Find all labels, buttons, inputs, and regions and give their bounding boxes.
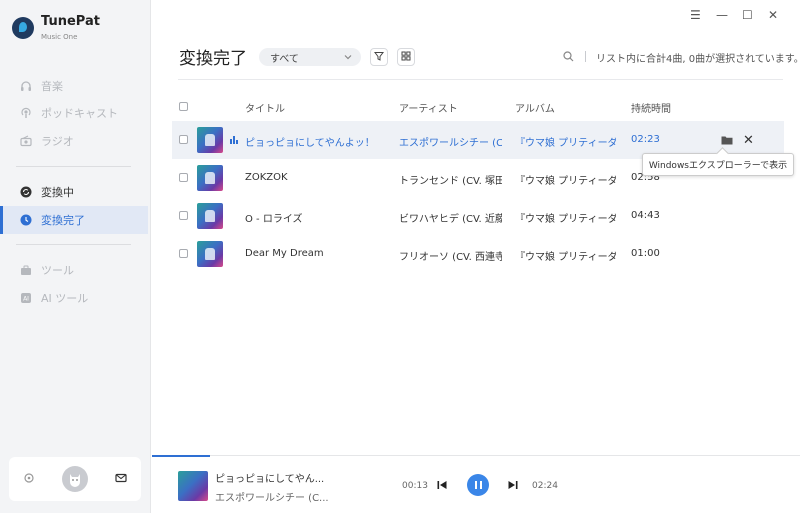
track-title: Dear My Dream [245, 248, 324, 259]
track-title: ピョっピョにしてやんよッ！ [245, 138, 375, 149]
brand: TunePat Music One [12, 14, 100, 41]
select-all-checkbox[interactable] [179, 102, 188, 111]
header-divider [585, 51, 586, 62]
page-title: 変換完了 [179, 49, 247, 69]
search-icon[interactable] [563, 51, 574, 65]
sidebar-item-label: ツール [41, 264, 74, 277]
funnel-icon [374, 51, 384, 64]
track-artist: エスポワールシチー (C... [399, 138, 502, 149]
row-checkbox[interactable] [179, 249, 188, 258]
delete-icon[interactable]: ✕ [743, 133, 754, 148]
sidebar: TunePat Music One 音楽 ポッドキャスト ラジオ 変換中 変換完… [0, 0, 151, 513]
filter-button[interactable] [370, 48, 388, 66]
album-art [197, 127, 223, 153]
pause-button[interactable] [467, 474, 489, 496]
app-logo-icon [12, 16, 34, 39]
column-title[interactable]: タイトル [245, 100, 285, 115]
sidebar-item-music[interactable]: 音楽 [0, 72, 148, 100]
podcast-icon [20, 107, 32, 119]
column-duration[interactable]: 持続時間 [631, 100, 671, 115]
track-album: 『ウマ娘 プリティーダ... [515, 214, 616, 225]
table-header: タイトル アーティスト アルバム 持続時間 [172, 96, 784, 116]
selection-status: リスト内に合計4曲, 0曲が選択されています。 [596, 54, 800, 65]
maximize-icon[interactable]: ☐ [742, 8, 753, 22]
album-art [197, 203, 223, 229]
now-playing-icon [230, 135, 238, 144]
track-artist: トランセンド (CV. 塚田... [399, 176, 502, 187]
track-artist: ビワハヤヒデ (CV. 近藤... [399, 214, 502, 225]
track-duration: 02:23 [631, 134, 660, 145]
sidebar-item-label: ポッドキャスト [41, 107, 118, 120]
app-subtitle: Music One [41, 33, 78, 41]
sidebar-item-ai-tools[interactable]: AI AI ツール [0, 284, 148, 312]
ai-icon: AI [20, 292, 32, 304]
album-art [197, 165, 223, 191]
menu-icon[interactable]: ☰ [690, 8, 701, 22]
column-album[interactable]: アルバム [515, 100, 555, 115]
mail-icon[interactable] [115, 472, 127, 487]
row-checkbox[interactable] [179, 135, 188, 144]
track-title: O - ロライズ [245, 214, 303, 225]
table-row[interactable]: O - ロライズ ビワハヤヒデ (CV. 近藤... 『ウマ娘 プリティーダ..… [172, 197, 784, 235]
track-duration: 04:43 [631, 210, 660, 221]
playback-progress[interactable] [152, 455, 210, 457]
sidebar-item-label: 変換中 [41, 186, 74, 199]
close-window-icon[interactable]: ✕ [768, 8, 778, 22]
toolbox-icon [20, 264, 32, 276]
previous-track-icon[interactable] [436, 479, 448, 494]
sidebar-item-label: 音楽 [41, 80, 63, 93]
track-album: 『ウマ娘 プリティーダ... [515, 252, 616, 263]
row-checkbox[interactable] [179, 173, 188, 182]
now-playing-artist: エスポワールシチー (C... [215, 493, 329, 504]
app-name: TunePat [41, 14, 100, 29]
sidebar-item-label: ラジオ [41, 135, 74, 148]
filter-dropdown[interactable]: すべて [259, 48, 361, 66]
grid-icon [401, 51, 411, 64]
account-panel [9, 457, 141, 501]
track-artist: フリオーソ (CV. 西連寺... [399, 252, 502, 263]
svg-text:AI: AI [23, 296, 29, 303]
total-time: 02:24 [532, 481, 558, 491]
track-album: 『ウマ娘 プリティーダ... [515, 176, 616, 187]
sidebar-item-label: 変換完了 [41, 214, 85, 227]
header-divider-line [178, 79, 783, 80]
now-playing-album-art [178, 471, 208, 501]
avatar[interactable] [61, 466, 88, 492]
chevron-down-icon [343, 52, 353, 65]
row-checkbox[interactable] [179, 211, 188, 220]
sidebar-item-converting[interactable]: 変換中 [0, 178, 148, 206]
column-artist[interactable]: アーティスト [399, 100, 458, 115]
elapsed-time: 00:13 [402, 481, 428, 491]
sidebar-item-label: AI ツール [41, 292, 89, 305]
track-album: 『ウマ娘 プリティーダ... [515, 138, 616, 149]
converting-icon [20, 186, 32, 198]
clock-icon [20, 214, 32, 226]
track-title: ZOKZOK [245, 172, 288, 183]
settings-icon[interactable] [23, 472, 35, 487]
folder-icon[interactable] [721, 135, 733, 148]
track-duration: 01:00 [631, 248, 660, 259]
album-art [197, 241, 223, 267]
table-row[interactable]: Dear My Dream フリオーソ (CV. 西連寺... 『ウマ娘 プリテ… [172, 235, 784, 273]
sidebar-item-radio[interactable]: ラジオ [0, 127, 148, 155]
headphones-icon [20, 80, 32, 92]
radio-icon [20, 135, 32, 147]
now-playing-title: ピョっピョにしてやん... [215, 474, 325, 485]
minimize-icon[interactable]: — [716, 8, 728, 22]
sidebar-divider [16, 166, 131, 167]
sidebar-divider [16, 244, 131, 245]
sidebar-item-podcast[interactable]: ポッドキャスト [0, 99, 148, 127]
sidebar-item-converted[interactable]: 変換完了 [0, 206, 148, 234]
window-controls: ☰ — ☐ ✕ [690, 8, 778, 22]
filter-dropdown-value: すべて [270, 53, 299, 65]
sidebar-item-tools[interactable]: ツール [0, 256, 148, 284]
grid-view-button[interactable] [397, 48, 415, 66]
tooltip: Windowsエクスプローラーで表示 [642, 153, 794, 176]
next-track-icon[interactable] [507, 479, 519, 494]
